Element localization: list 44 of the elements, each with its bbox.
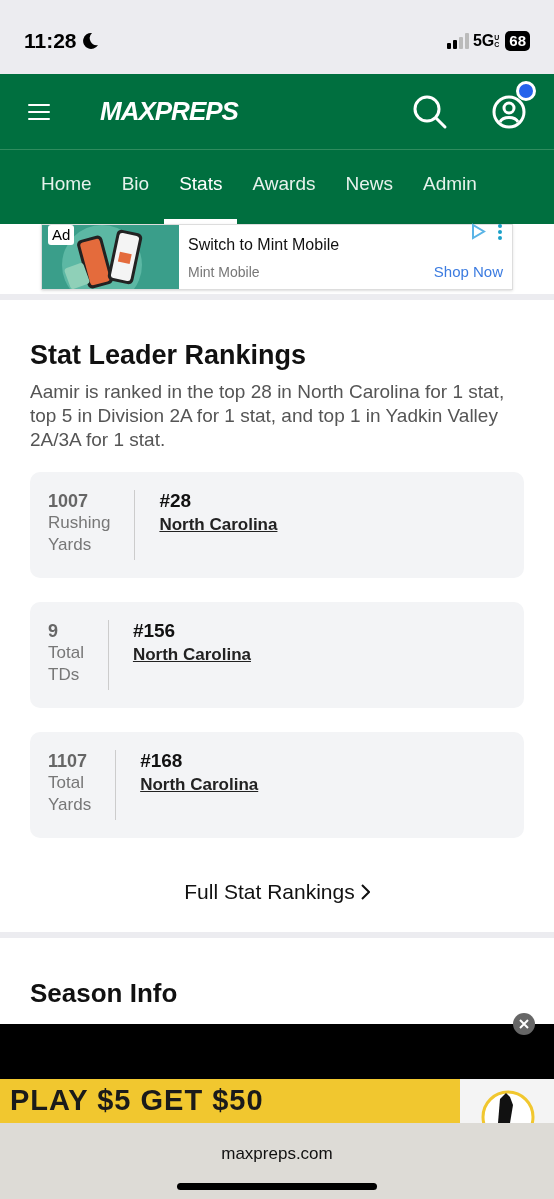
ad-headline: PLAY $5 GET $50 (10, 1083, 264, 1119)
region-link[interactable]: North Carolina (159, 512, 278, 538)
rank-value: #28 (159, 490, 193, 512)
clock-time: 11:28 (24, 28, 77, 55)
stat-value: 9 (48, 620, 59, 642)
search-icon[interactable] (412, 93, 448, 130)
close-icon (519, 1019, 529, 1029)
stat-label: Rushing (48, 512, 111, 534)
stat-value: 1007 (48, 490, 90, 512)
ad-badge: Ad (48, 225, 75, 245)
stat-label: Yards (48, 794, 92, 816)
stat-label: Yards (48, 534, 93, 556)
region-link[interactable]: North Carolina (132, 642, 251, 668)
nav-tab[interactable]: Home (26, 150, 107, 224)
banner-ad[interactable]: PLAY $5 GET $50 (0, 1079, 460, 1123)
stat-value: 1107 (48, 750, 89, 772)
shop-now-link[interactable]: Shop Now (433, 260, 503, 283)
ad-choices-icon[interactable] (470, 223, 504, 241)
maxpreps-logo[interactable]: MAXPREPS (100, 92, 238, 131)
ad-advertiser: Mint Mobile (188, 263, 260, 282)
stat-label: Total (48, 772, 85, 794)
ad-title[interactable]: Switch to Mint Mobile (188, 233, 503, 257)
section-title: Season Info (30, 977, 179, 1008)
rankings-description: Aamir is ranked in the top 28 in North Carolina for 1 stat, top 5 in Division 2A for 1 stat, and top 1 in Yadkin Valley 2A/3A for 1 stat. (30, 380, 506, 452)
battery-indicator: 68 (505, 31, 530, 51)
nav-tab[interactable]: News (330, 150, 408, 224)
signal-icon (446, 33, 469, 49)
region-link[interactable]: North Carolina (140, 772, 259, 798)
nav-tab[interactable]: Awards (237, 150, 331, 224)
menu-icon[interactable] (28, 102, 50, 121)
close-button[interactable] (513, 1013, 535, 1035)
rank-value: #156 (132, 620, 177, 642)
profile-icon[interactable] (492, 94, 526, 129)
stat-label: TDs (48, 664, 81, 686)
chevron-right-icon (360, 883, 370, 900)
stat-label: Total (48, 642, 84, 664)
section-title: Stat Leader Rankings (30, 339, 308, 372)
nav-tab[interactable]: Bio (106, 150, 165, 224)
rank-value: #168 (140, 750, 184, 772)
url-label[interactable]: maxpreps.com (221, 1141, 333, 1167)
network-label: 5G (472, 31, 495, 51)
full-rankings-link[interactable]: Full Stat Rankings (184, 876, 370, 908)
moon-icon (80, 32, 99, 50)
nav-tab[interactable]: Admin (408, 150, 492, 224)
